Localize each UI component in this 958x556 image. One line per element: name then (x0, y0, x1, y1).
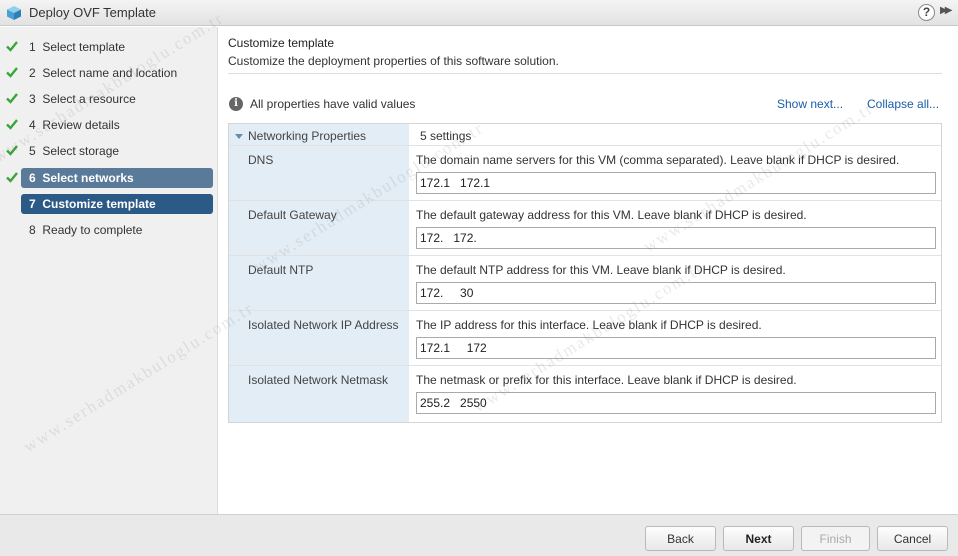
step-label: Select networks (42, 171, 134, 185)
property-description: The domain name servers for this VM (com… (416, 153, 900, 167)
ovf-template-icon (7, 6, 21, 20)
window-title: Deploy OVF Template (29, 5, 156, 20)
step-select-template[interactable]: 1 Select template (0, 37, 218, 57)
checkmark-icon (6, 41, 18, 52)
finish-button[interactable]: Finish (801, 526, 870, 551)
checkmark-icon (6, 172, 18, 183)
step-label: Select a resource (42, 92, 136, 106)
isolated-network-netmask-input[interactable] (416, 392, 936, 414)
expand-icon[interactable]: ▶▶ (940, 5, 953, 16)
property-description: The IP address for this interface. Leave… (416, 318, 762, 332)
step-select-storage[interactable]: 5 Select storage (0, 141, 218, 161)
property-description: The default gateway address for this VM.… (416, 208, 807, 222)
step-review-details[interactable]: 4 Review details (0, 115, 218, 135)
property-name: Isolated Network Netmask (248, 373, 389, 387)
step-ready-to-complete[interactable]: 8 Ready to complete (0, 220, 218, 240)
checkmark-icon (6, 93, 18, 104)
step-label: Select template (42, 40, 126, 54)
checkmark-icon (6, 67, 18, 78)
title-bar: Deploy OVF Template ? ▶▶ (0, 0, 958, 26)
caret-down-icon[interactable] (235, 134, 243, 139)
property-row-default-gateway: Default Gateway The default gateway addr… (229, 201, 941, 256)
property-name: DNS (248, 153, 274, 167)
group-name: Networking Properties (248, 129, 367, 143)
cancel-button[interactable]: Cancel (877, 526, 948, 551)
show-next-link[interactable]: Show next... (777, 97, 843, 111)
isolated-network-ip-input[interactable] (416, 337, 936, 359)
property-row-isolated-network-ip: Isolated Network IP Address The IP addre… (229, 311, 941, 366)
header-divider (228, 73, 942, 74)
step-customize-template[interactable]: 7 Customize template (0, 194, 218, 214)
property-name: Default NTP (248, 263, 314, 277)
property-row-isolated-network-netmask: Isolated Network Netmask The netmask or … (229, 366, 941, 422)
step-label: Ready to complete (42, 223, 143, 237)
validation-status: All properties have valid values (250, 97, 416, 111)
wizard-steps-sidebar: 1 Select template 2 Select name and loca… (0, 27, 218, 514)
step-label: Customize template (42, 197, 156, 211)
property-row-dns: DNS The domain name servers for this VM … (229, 146, 941, 201)
wizard-footer: Back Next Finish Cancel (0, 514, 958, 556)
page-subtitle: Customize the deployment properties of t… (228, 54, 559, 68)
step-select-a-resource[interactable]: 3 Select a resource (0, 89, 218, 109)
default-ntp-input[interactable] (416, 282, 936, 304)
property-name: Isolated Network IP Address (248, 318, 399, 332)
main-panel: Customize template Customize the deploym… (219, 27, 958, 514)
checkmark-icon (6, 119, 18, 130)
dns-input[interactable] (416, 172, 936, 194)
step-select-name-and-location[interactable]: 2 Select name and location (0, 63, 218, 83)
group-count: 5 settings (420, 129, 472, 143)
help-icon[interactable]: ? (918, 4, 935, 21)
property-description: The netmask or prefix for this interface… (416, 373, 797, 387)
step-label: Select storage (42, 144, 120, 158)
property-description: The default NTP address for this VM. Lea… (416, 263, 786, 277)
networking-properties-group[interactable]: Networking Properties 5 settings (229, 124, 941, 146)
step-select-networks[interactable]: 6 Select networks (0, 168, 218, 188)
next-button[interactable]: Next (723, 526, 794, 551)
default-gateway-input[interactable] (416, 227, 936, 249)
properties-table: Networking Properties 5 settings DNS The… (228, 123, 942, 423)
checkmark-icon (6, 145, 18, 156)
property-name: Default Gateway (248, 208, 337, 222)
collapse-all-link[interactable]: Collapse all... (867, 97, 939, 111)
back-button[interactable]: Back (645, 526, 716, 551)
step-label: Select name and location (42, 66, 178, 80)
step-label: Review details (42, 118, 120, 132)
page-title: Customize template (228, 36, 335, 50)
info-icon: i (229, 97, 243, 111)
property-row-default-ntp: Default NTP The default NTP address for … (229, 256, 941, 311)
